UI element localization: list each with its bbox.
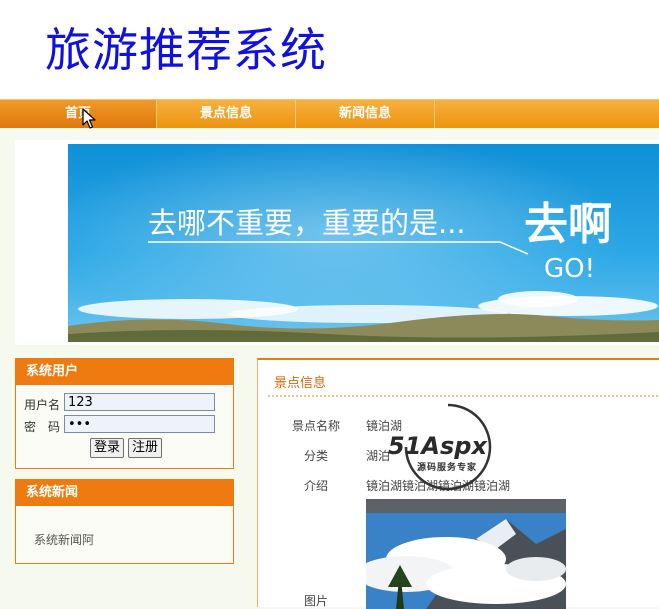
category-label: 分类 — [304, 449, 329, 463]
mountain-photo-image — [366, 499, 566, 609]
attraction-photo — [366, 499, 566, 609]
login-button[interactable]: 登录 — [90, 438, 125, 458]
image-label: 图片 — [304, 594, 329, 608]
site-title: 旅游推荐系统 — [45, 23, 327, 77]
news-panel: 系统新闻 系统新闻阿 — [15, 479, 234, 564]
nav-item-attractions[interactable]: 景点信息 — [157, 100, 296, 128]
password-input[interactable]: ••• — [64, 415, 215, 433]
banner-headline: 去哪不重要，重要的是... — [148, 206, 466, 240]
banner-big-text: 去啊 — [524, 199, 612, 250]
intro-label: 介绍 — [304, 479, 329, 493]
nav-item-news[interactable]: 新闻信息 — [296, 100, 435, 128]
login-panel: 系统用户 用户名 123 密 码 ••• 登录 注册 — [15, 358, 234, 469]
news-item[interactable]: 系统新闻阿 — [34, 531, 94, 548]
watermark-brand: 51Aspx — [388, 432, 487, 460]
name-label: 景点名称 — [292, 419, 341, 433]
watermark-subtitle: 源码服务专家 — [417, 463, 478, 473]
news-panel-title: 系统新闻 — [16, 480, 233, 506]
username-input[interactable]: 123 — [64, 393, 215, 411]
nav-item-home[interactable]: 首页 — [0, 100, 157, 128]
mouse-cursor-icon — [82, 108, 96, 129]
header: 旅游推荐系统 — [0, 0, 659, 99]
detail-title: 景点信息 — [274, 376, 327, 391]
nav-bar: 首页 景点信息 新闻信息 — [0, 99, 659, 128]
password-label: 密 码 — [24, 420, 61, 434]
login-panel-title: 系统用户 — [16, 359, 233, 385]
banner: 去哪不重要，重要的是... 去啊 GO! — [68, 144, 659, 342]
watermark: 51Aspx 源码服务专家 — [385, 402, 515, 492]
username-label: 用户名 — [24, 398, 61, 412]
register-button[interactable]: 注册 — [128, 438, 163, 458]
dotted-divider — [268, 395, 658, 397]
banner-go-text: GO! — [544, 254, 596, 284]
